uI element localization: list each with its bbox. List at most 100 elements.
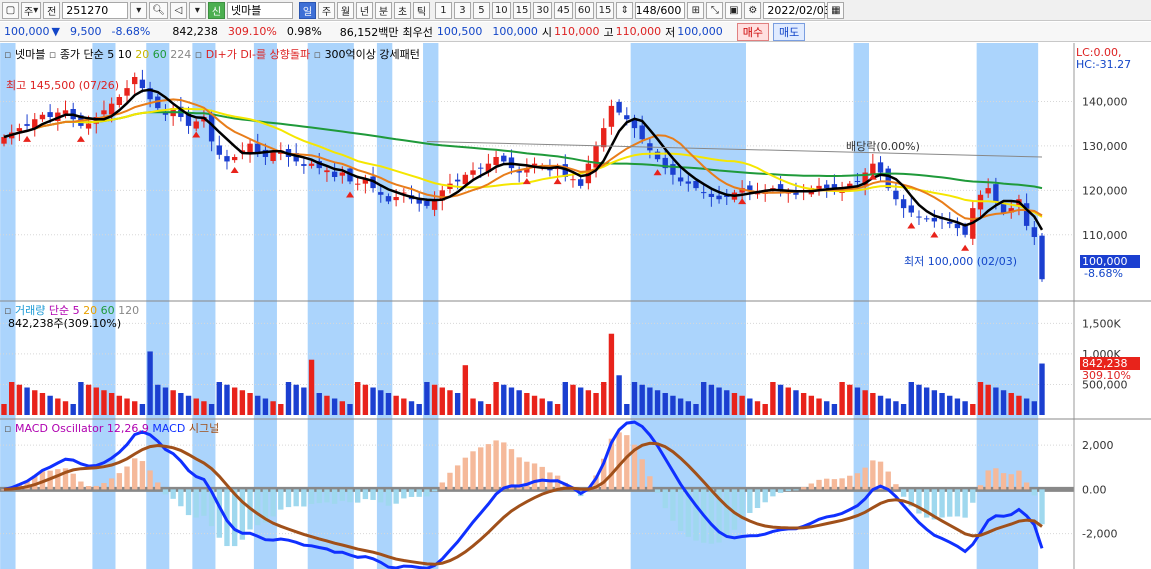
minute-tab-30[interactable]: 30 bbox=[533, 1, 553, 19]
tool-icon[interactable]: ⤡ bbox=[706, 1, 724, 19]
macd-osc-bar bbox=[900, 489, 907, 497]
interval-spin-icon[interactable]: ⇕ bbox=[616, 1, 634, 19]
period-tab-4[interactable]: 분 bbox=[374, 1, 392, 19]
candle-body bbox=[424, 201, 430, 206]
candle-body bbox=[531, 163, 538, 166]
candle-body bbox=[1039, 235, 1045, 280]
volume-bar bbox=[847, 384, 853, 415]
interval-field[interactable]: 15 bbox=[595, 1, 615, 19]
candle-body bbox=[462, 174, 469, 185]
macd-osc-bar bbox=[654, 489, 661, 493]
macd-osc-bar bbox=[293, 489, 299, 507]
volume-bar bbox=[162, 387, 169, 415]
period-tab-0[interactable]: 일 bbox=[298, 1, 316, 19]
compare-icon[interactable]: ⊞ bbox=[687, 1, 705, 19]
low-note: 최저 100,000 (02/03) bbox=[904, 255, 1018, 268]
macd-osc-bar bbox=[78, 481, 84, 490]
volume-bar bbox=[716, 387, 722, 415]
candle-body bbox=[916, 216, 922, 218]
legend-ma60: 60 bbox=[152, 48, 167, 61]
legend-icon: ▫ bbox=[4, 48, 12, 61]
search-icon[interactable]: 🔍︎ bbox=[149, 1, 168, 19]
macd-osc-bar bbox=[639, 459, 645, 490]
layout-icon[interactable]: ▢ bbox=[2, 1, 19, 19]
candle-body bbox=[378, 192, 384, 195]
macd-osc-bar bbox=[862, 467, 868, 490]
minute-tab-10[interactable]: 10 bbox=[491, 1, 511, 19]
save-icon[interactable]: ▣ bbox=[725, 1, 743, 19]
sound-icon[interactable]: ◁ bbox=[169, 1, 187, 19]
candle-body bbox=[339, 172, 346, 176]
volume-bar bbox=[431, 384, 438, 415]
candle-body bbox=[331, 171, 338, 177]
period-tab-5[interactable]: 초 bbox=[393, 1, 411, 19]
period-tab-3[interactable]: 년 bbox=[355, 1, 373, 19]
date-field[interactable]: 2022/02/03 bbox=[763, 1, 831, 19]
volume-bar bbox=[301, 387, 307, 415]
macd-osc-bar bbox=[800, 487, 807, 490]
volume-bar bbox=[370, 387, 376, 415]
menu-icon[interactable]: ▾ bbox=[188, 1, 206, 19]
signal-marker-icon bbox=[961, 244, 970, 251]
quote-bar: 100,000 ▼ 9,500 -8.68% 842,238 309.10% 0… bbox=[0, 22, 1151, 42]
volume-bar bbox=[854, 387, 861, 415]
candle-body bbox=[108, 103, 115, 115]
minute-tab-60[interactable]: 60 bbox=[574, 1, 594, 19]
period-tab-1[interactable]: 주 bbox=[317, 1, 335, 19]
candle-body bbox=[308, 163, 315, 166]
turnover-pct: 0.98% bbox=[286, 25, 322, 38]
stock-chart[interactable]: 140,000130,000120,000110,0001,500K1,000K… bbox=[0, 43, 1151, 569]
minute-tab-45[interactable]: 45 bbox=[554, 1, 573, 19]
candle-body bbox=[47, 112, 53, 117]
volume-bar bbox=[247, 393, 253, 415]
macd-osc-bar bbox=[108, 478, 115, 490]
signal-marker-icon bbox=[230, 167, 239, 173]
macd-osc-bar bbox=[162, 489, 169, 495]
candle-body bbox=[62, 110, 69, 114]
change-value: 9,500 bbox=[69, 25, 102, 38]
code-input[interactable]: 251270 bbox=[62, 1, 129, 19]
volume-bar bbox=[1039, 363, 1045, 415]
minute-tab-1[interactable]: 1 bbox=[434, 1, 452, 19]
gear-icon[interactable]: ⚙ bbox=[744, 1, 762, 19]
macd-osc-bar bbox=[178, 489, 184, 507]
macd-label: MACD bbox=[152, 422, 186, 435]
minute-tab-3[interactable]: 3 bbox=[453, 1, 471, 19]
volume-bar bbox=[900, 404, 907, 415]
period-tab-2[interactable]: 월 bbox=[336, 1, 354, 19]
volume-bar bbox=[993, 387, 999, 415]
volume-bar bbox=[208, 404, 215, 415]
code-dropdown-icon[interactable]: ▾ bbox=[130, 1, 148, 19]
volume-bar bbox=[39, 393, 46, 415]
volume-bar bbox=[424, 382, 430, 415]
volume-bar bbox=[931, 390, 938, 415]
macd-osc-bar bbox=[1023, 482, 1030, 490]
macd-osc-bar bbox=[747, 489, 753, 513]
calendar-icon[interactable]: ▦ bbox=[827, 1, 845, 19]
volume-bar bbox=[32, 390, 38, 415]
volume-bar bbox=[485, 404, 492, 415]
period-tab-6[interactable]: 틱 bbox=[412, 1, 430, 19]
candle-body bbox=[893, 190, 899, 200]
minute-tab-15[interactable]: 15 bbox=[512, 1, 532, 19]
macd-osc-bar bbox=[301, 489, 307, 507]
volume-bar bbox=[662, 393, 668, 415]
volume-bar bbox=[693, 404, 699, 415]
signal-marker-icon bbox=[23, 135, 32, 142]
name-field[interactable]: 넷마블 bbox=[226, 1, 293, 19]
sell-label: 매도 bbox=[779, 25, 800, 39]
volume-bar bbox=[654, 390, 661, 415]
minute-tab-5[interactable]: 5 bbox=[472, 1, 490, 19]
buy-button[interactable]: 매수 bbox=[736, 22, 770, 41]
volume-bar bbox=[224, 384, 230, 415]
macd-osc-bar bbox=[793, 489, 799, 491]
volume-bar bbox=[531, 395, 538, 415]
volume-bar bbox=[1016, 395, 1022, 415]
sell-button[interactable]: 매도 bbox=[773, 22, 806, 41]
legend-name: 넷마블 bbox=[14, 48, 46, 61]
count-field[interactable]: 148/600 bbox=[635, 1, 686, 19]
signal-marker-icon bbox=[553, 178, 562, 185]
prev-button[interactable]: 전 bbox=[43, 1, 61, 19]
volume-bar bbox=[478, 401, 484, 415]
period-unit-select[interactable]: 주 ▾ bbox=[21, 1, 42, 19]
